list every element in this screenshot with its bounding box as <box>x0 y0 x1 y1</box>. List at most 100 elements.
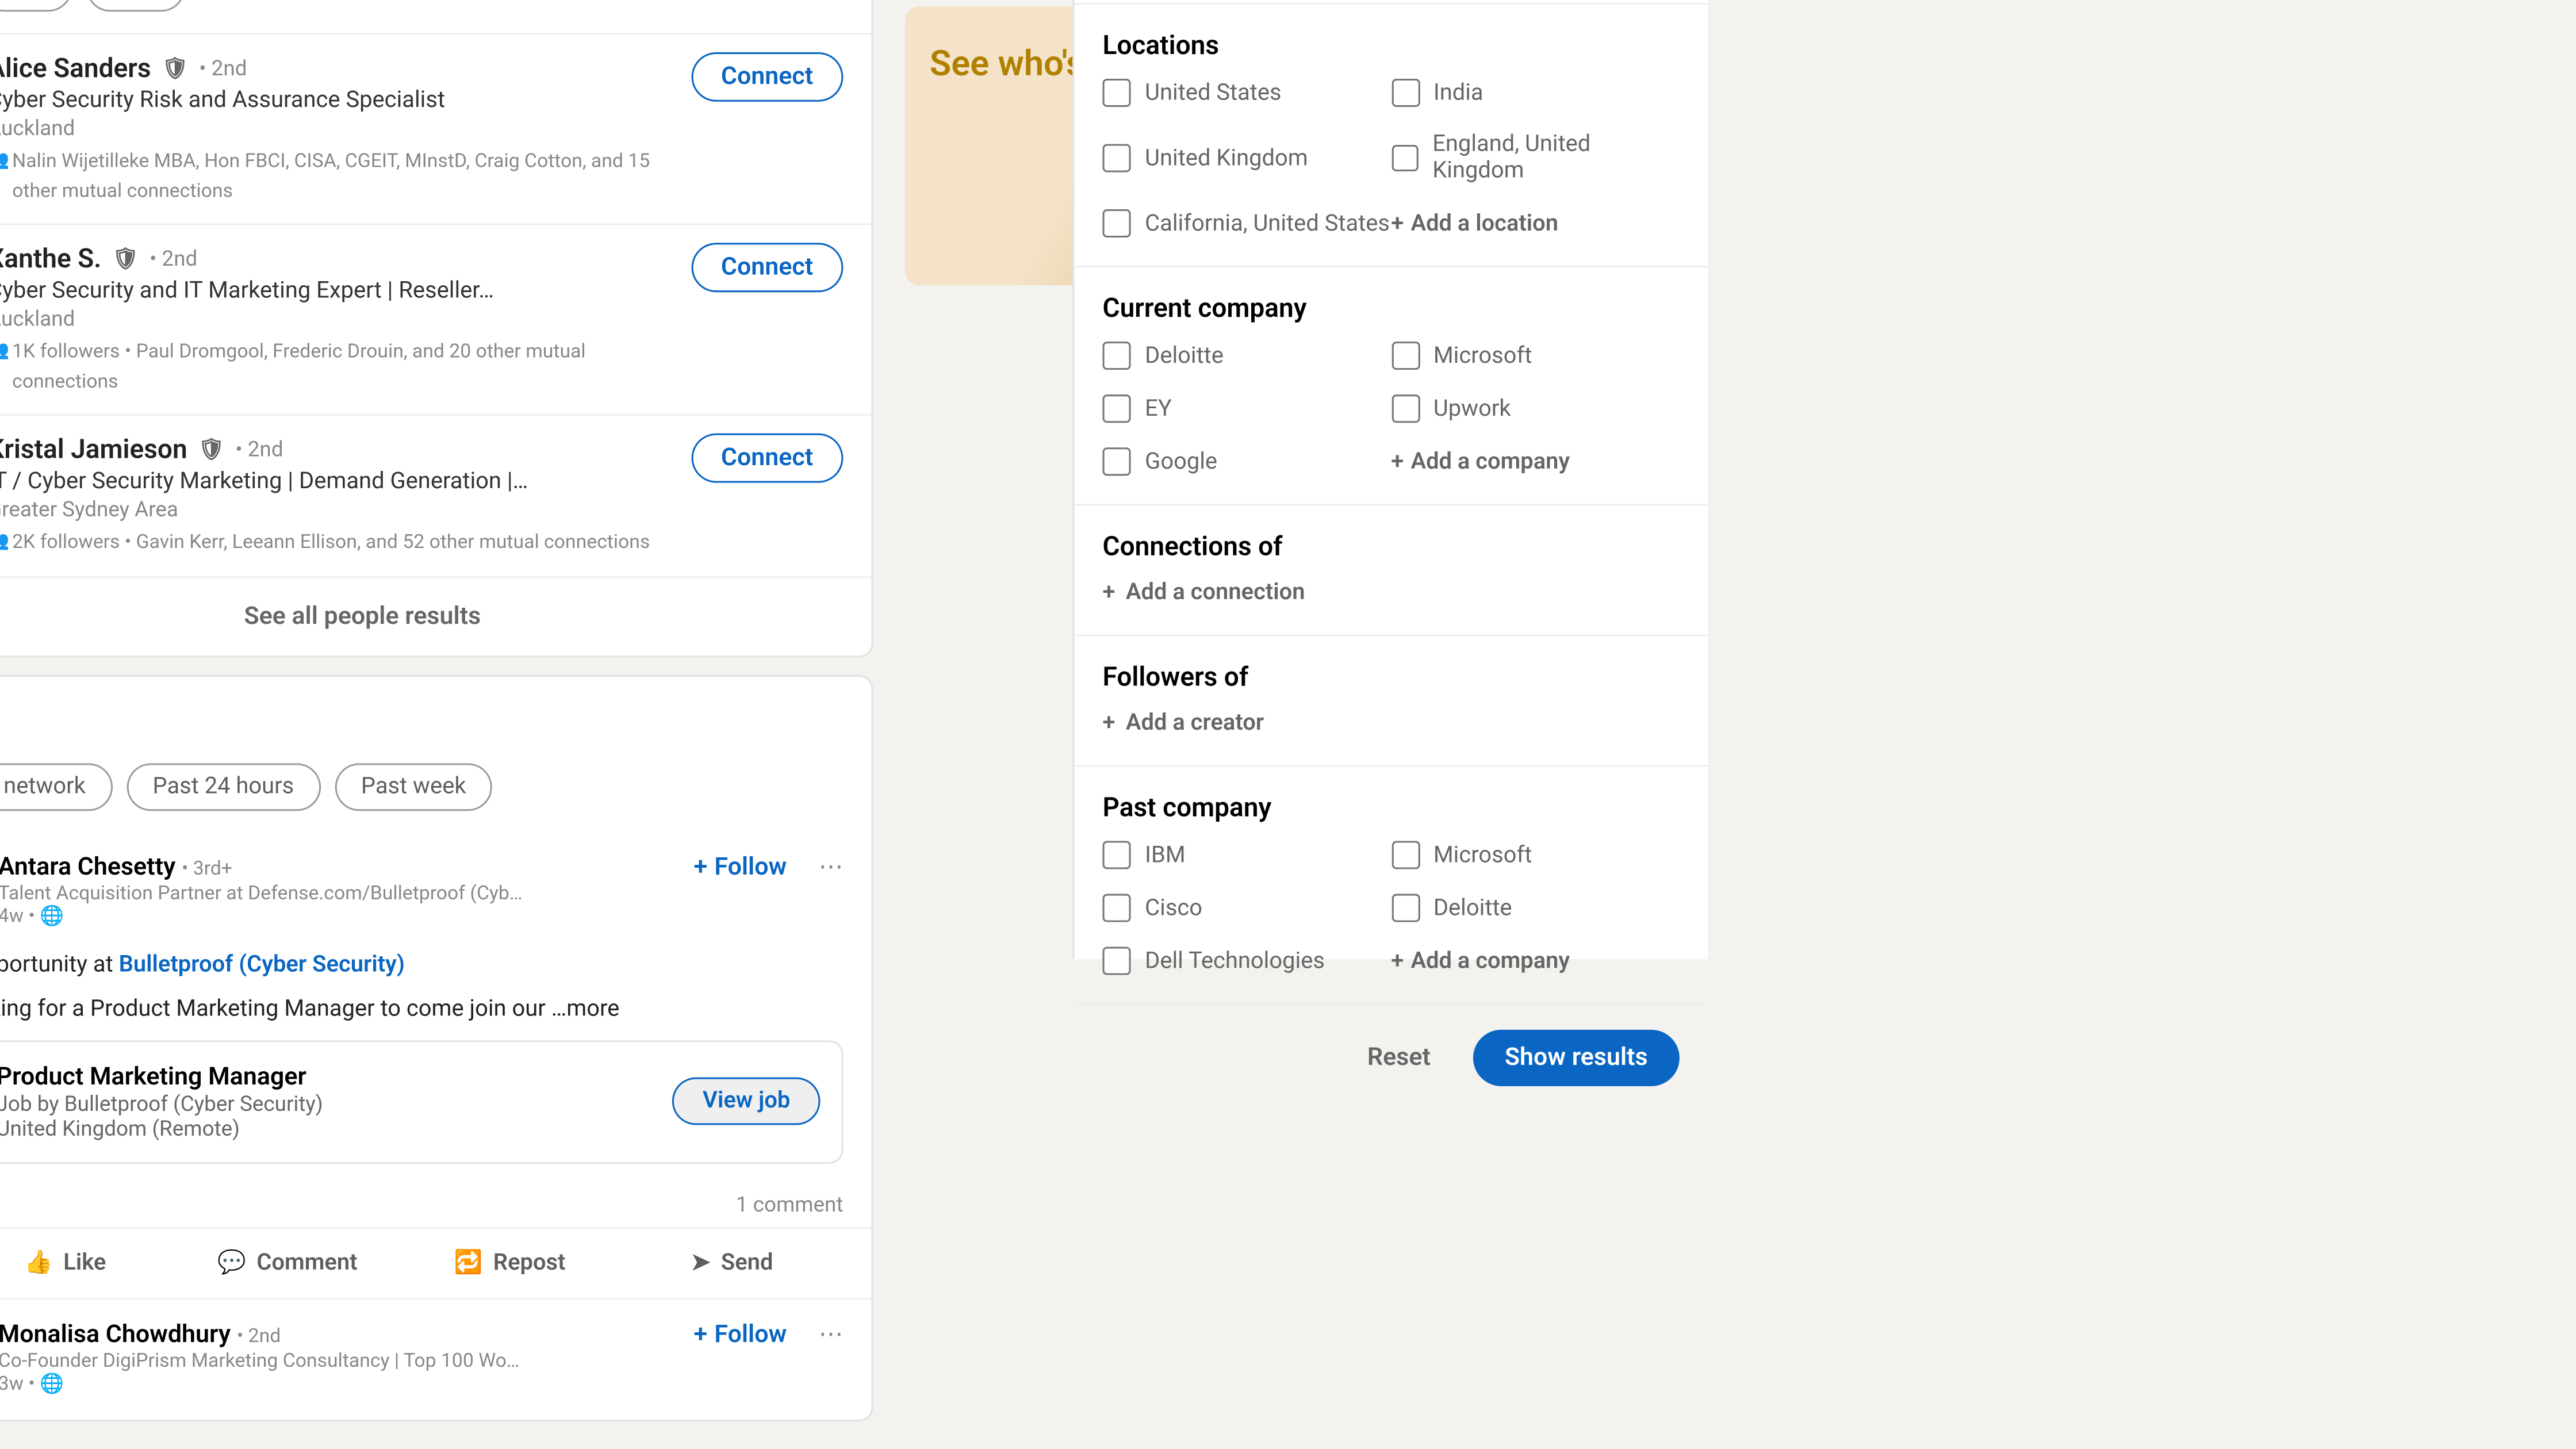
checkbox-location[interactable]: India <box>1391 79 1680 107</box>
checkbox-location[interactable]: United States <box>1103 79 1392 107</box>
verified-icon: 🛡 <box>198 437 225 462</box>
post-text: Exciting Opportunity at <box>0 951 119 977</box>
job-company: Job by Bulletproof (Cyber Security) <box>0 1091 323 1116</box>
result-subtitle: Cyber Security and IT Marketing Expert |… <box>0 278 691 305</box>
chip-24h[interactable]: Past 24 hours <box>126 762 320 810</box>
posts-title: Posts <box>0 676 872 749</box>
checkbox-company[interactable]: Deloitte <box>1103 342 1392 370</box>
post-age: 4w • <box>0 903 35 926</box>
degree: • 2nd <box>199 56 247 80</box>
people-result[interactable]: Xanthe S. 🛡 • 2nd Cyber Security and IT Ma… <box>0 224 872 414</box>
post-link[interactable]: Bulletproof (Cyber Security) <box>119 951 405 977</box>
checkbox-location[interactable]: California, United States <box>1103 209 1392 237</box>
verified-icon: 🛡 <box>112 246 139 271</box>
see-all-people[interactable]: See all people results <box>0 576 872 655</box>
result-location: Auckland <box>0 306 691 331</box>
comment-count[interactable]: 1 comment <box>736 1191 844 1216</box>
result-location: Auckland <box>0 116 691 140</box>
plus-icon: + <box>693 1320 707 1348</box>
checkbox-company[interactable]: EY <box>1103 394 1392 423</box>
people-result[interactable]: Alice Sanders 🛡 • 2nd Cyber Security Risk … <box>0 33 872 223</box>
post-text-2: We are looking for a Product Marketing M… <box>0 995 619 1022</box>
plus-icon: + <box>693 852 707 880</box>
section-locations: Locations <box>1103 29 1680 61</box>
connect-button[interactable]: Connect <box>691 52 844 102</box>
checkbox-past-company[interactable]: IBM <box>1103 841 1392 869</box>
post-age: 3w • <box>0 1371 35 1394</box>
post-actions: ▾ 👍Like 💬Comment 🔁Repost ➤Send <box>0 1226 872 1297</box>
chip-week[interactable]: Past week <box>335 762 493 810</box>
people-card: People 1st 2nd 3rd+ Alice Sanders🛡• 2nd … <box>0 0 873 657</box>
add-creator-link[interactable]: +Add a creator <box>1103 710 1680 737</box>
view-job-button[interactable]: View job <box>673 1078 821 1125</box>
plus-icon: + <box>1391 210 1404 237</box>
all-filters-panel: Filter only People▾ by ✕ This will show … <box>1072 0 1708 959</box>
post-author[interactable]: Monalisa Chowdhury <box>0 1320 231 1348</box>
checkbox-company[interactable]: Upwork <box>1391 394 1680 423</box>
add-connection-link[interactable]: +Add a connection <box>1103 580 1680 606</box>
result-location: Greater Sydney Area <box>0 497 691 522</box>
result-meta: Nalin Wijetilleke MBA, Hon FBCI, CISA, C… <box>0 148 691 206</box>
section-connections-of: Connections of <box>1103 530 1680 562</box>
follow-button[interactable]: +Follow <box>693 852 787 880</box>
degree: • 2nd <box>235 437 283 462</box>
post-author-sub: Talent Acquisition Partner at Defense.co… <box>0 881 676 904</box>
plus-icon: + <box>1103 580 1116 606</box>
follow-button[interactable]: +Follow <box>693 1320 787 1348</box>
verified-icon: 🛡 <box>162 56 189 80</box>
reset-button[interactable]: Reset <box>1343 1030 1455 1086</box>
repost-button[interactable]: 🔁Repost <box>398 1239 621 1286</box>
repost-icon: 🔁 <box>454 1249 483 1276</box>
post-author[interactable]: Antara Chesetty <box>0 852 175 880</box>
globe-icon: 🌐 <box>40 903 64 926</box>
show-results-button[interactable]: Show results <box>1473 1030 1680 1086</box>
checkbox-past-company[interactable]: Microsoft <box>1391 841 1680 869</box>
checkbox-past-company[interactable]: Dell Technologies <box>1103 947 1392 975</box>
post-author-sub: Co-Founder DigiPrism Marketing Consultan… <box>0 1348 676 1371</box>
plus-icon: + <box>1391 948 1404 974</box>
checkbox-company[interactable]: Google <box>1103 447 1392 476</box>
post-degree: • 3rd+ <box>182 856 232 879</box>
result-subtitle: IT / Cyber Security Marketing | Demand G… <box>0 469 691 495</box>
like-button[interactable]: 👍Like <box>0 1239 177 1286</box>
add-company-link[interactable]: +Add a company <box>1391 447 1680 476</box>
section-past-company: Past company <box>1103 792 1680 823</box>
plus-icon: + <box>1103 710 1116 737</box>
globe-icon: 🌐 <box>40 1371 64 1394</box>
comment-button[interactable]: 💬Comment <box>177 1239 399 1286</box>
add-past-company-link[interactable]: +Add a company <box>1391 947 1680 975</box>
checkbox-location[interactable]: England, United Kingdom <box>1391 132 1680 185</box>
result-name[interactable]: Alice Sanders <box>0 52 151 84</box>
checkbox-location[interactable]: United Kingdom <box>1103 132 1392 185</box>
chip-3rd[interactable]: 3rd+ <box>86 0 186 12</box>
job-location: United Kingdom (Remote) <box>0 1116 323 1140</box>
chip-network[interactable]: From my network <box>0 762 112 810</box>
result-name[interactable]: Kristal Jamieson <box>0 434 187 465</box>
section-followers-of: Followers of <box>1103 661 1680 693</box>
post-degree: • 2nd <box>237 1324 281 1347</box>
send-button[interactable]: ➤Send <box>621 1239 844 1286</box>
add-location-link[interactable]: +Add a location <box>1391 209 1680 237</box>
checkbox-past-company[interactable]: Deloitte <box>1391 894 1680 922</box>
result-meta: 1K followers • Paul Dromgool, Frederic D… <box>0 338 691 396</box>
checkbox-past-company[interactable]: Cisco <box>1103 894 1392 922</box>
chip-2nd[interactable]: 2nd <box>0 0 72 12</box>
people-result[interactable]: Kristal Jamieson 🛡 • 2nd IT / Cyber Securi… <box>0 414 872 576</box>
job-title: Product Marketing Manager <box>0 1063 323 1091</box>
post-header: Antara Chesetty • 3rd+ Talent Acquisitio… <box>0 831 872 952</box>
job-card[interactable]: BULLETPROOF Product Marketing Manager Jo… <box>0 1040 843 1163</box>
connect-button[interactable]: Connect <box>691 434 844 483</box>
thumb-icon: 👍 <box>24 1249 53 1276</box>
more-icon[interactable]: ⋯ <box>818 1320 843 1348</box>
connect-button[interactable]: Connect <box>691 243 844 292</box>
degree: • 2nd <box>150 246 197 271</box>
posts-card: Posts From my network Past 24 hours Past… <box>0 674 873 1421</box>
checkbox-company[interactable]: Microsoft <box>1391 342 1680 370</box>
result-subtitle: Cyber Security Risk and Assurance Specia… <box>0 87 691 114</box>
more-icon[interactable]: ⋯ <box>818 852 843 880</box>
result-name[interactable]: Xanthe S. <box>0 243 101 274</box>
comment-icon: 💬 <box>217 1249 246 1276</box>
section-current-company: Current company <box>1103 292 1680 324</box>
send-icon: ➤ <box>691 1249 710 1276</box>
plus-icon: + <box>1391 448 1404 475</box>
